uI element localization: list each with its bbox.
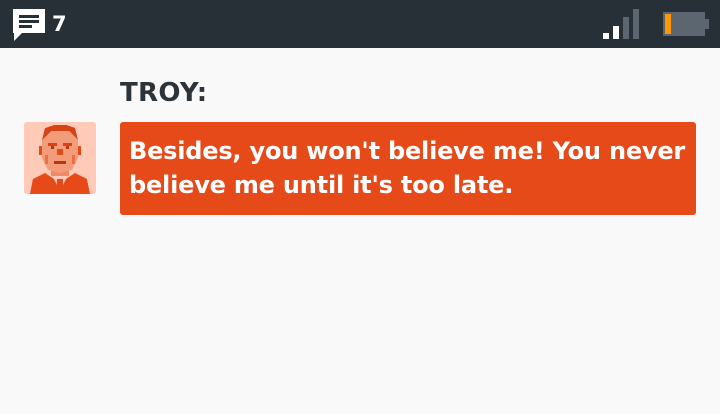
dialogue-bubble[interactable]: Besides, you won't believe me! You never… (120, 122, 696, 215)
signal-icon (603, 9, 639, 39)
message-indicator[interactable]: 7 (12, 8, 72, 42)
message-icon (13, 9, 45, 41)
message-count: 7 (52, 12, 67, 36)
dialogue-text: Besides, you won't believe me! You never… (129, 137, 686, 199)
status-bar: 7 (0, 0, 720, 48)
signal-bar-3 (623, 17, 629, 39)
signal-bar-2 (613, 26, 619, 39)
signal-bar-4 (633, 9, 639, 39)
speaker-name: TROY: (120, 78, 208, 108)
battery-level (665, 14, 671, 34)
troy-avatar (24, 122, 96, 194)
signal-bar-1 (603, 33, 609, 39)
battery-icon (663, 12, 709, 36)
